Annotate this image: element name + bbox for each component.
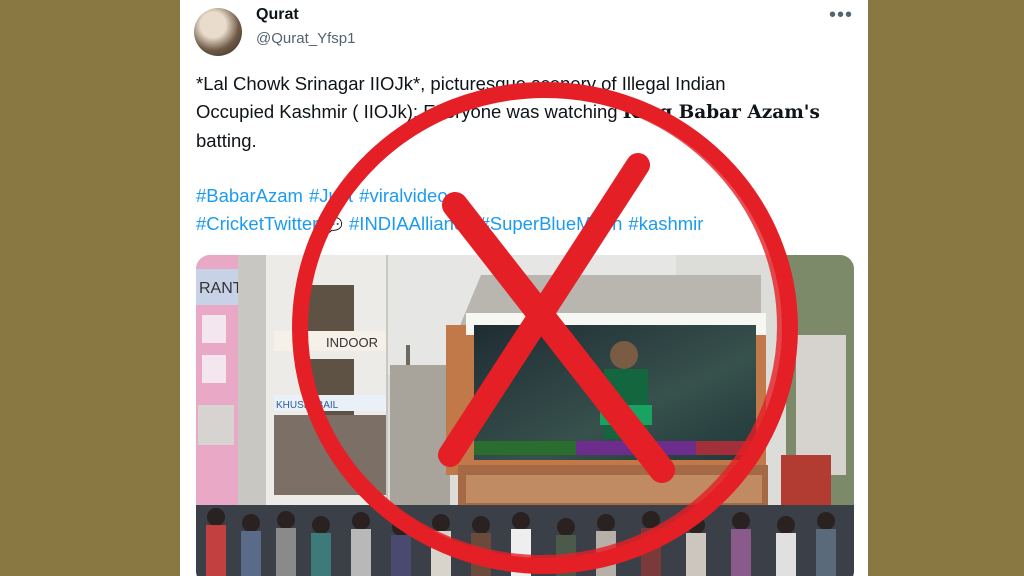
hashtag-row-2: #CricketTwitter 💬 #INDIAAlliance #SuperBlue… (196, 210, 856, 240)
hashtag-link[interactable]: #kashmir (628, 213, 703, 234)
tweet-text-bold: King Babar Azam's (622, 102, 820, 123)
hashtag-link[interactable]: #SuperBlueMoon (479, 213, 622, 234)
tweet-text: *Lal Chowk Srinagar IIOJk*, picturesque … (196, 70, 856, 155)
hashtag-list: #BabarAzam #Just #viralvideo #CricketTwitt… (196, 182, 856, 240)
hashtag-link[interactable]: #INDIAAlliance (349, 213, 473, 234)
tweet-media-photo[interactable]: RANT INDOOR KHUSHI BAIL (196, 255, 854, 576)
tweet-text-line-2: Occupied Kashmir ( IIOJk): Everyone was … (196, 98, 856, 127)
speech-bubble-icon: 💬 (324, 217, 344, 234)
hashtag-link[interactable]: #CricketTwitter (196, 213, 318, 234)
hashtag-row-1: #BabarAzam #Just #viralvideo (196, 182, 856, 210)
author-handle[interactable]: @Qurat_Yfsp1 (256, 30, 355, 47)
avatar[interactable] (194, 8, 242, 56)
hashtag-link[interactable]: #viralvideo (359, 185, 447, 206)
shop-sign-khushi: KHUSHI BAIL (276, 400, 339, 411)
tweet-card: Qurat @Qurat_Yfsp1 ••• *Lal Chowk Srinag… (180, 0, 868, 576)
hashtag-link[interactable]: #BabarAzam (196, 185, 303, 206)
shop-sign-indoor: INDOOR (326, 335, 378, 350)
tweet-text-line-1: *Lal Chowk Srinagar IIOJk*, picturesque … (196, 73, 726, 94)
hashtag-link[interactable]: #Just (309, 185, 353, 206)
street-scene-image: RANT INDOOR KHUSHI BAIL (196, 255, 854, 576)
tweet-text-line-3: batting. (196, 130, 257, 151)
author-name[interactable]: Qurat (256, 6, 299, 24)
more-options-icon[interactable]: ••• (826, 4, 856, 26)
tweet-text-line-2-start: Occupied Kashmir ( IIOJk): Everyone was … (196, 101, 623, 122)
shop-sign-rant: RANT (199, 280, 243, 297)
